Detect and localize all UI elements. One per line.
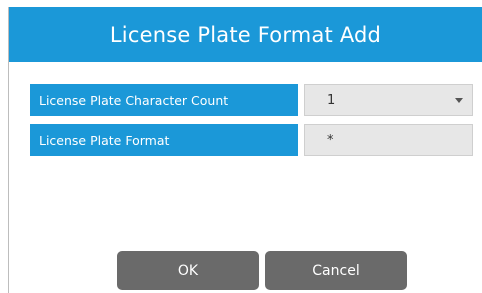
license-plate-format-add-dialog: License Plate Format Add License Plate C… [8, 7, 482, 293]
ok-button[interactable]: OK [117, 251, 259, 290]
dialog-title: License Plate Format Add [109, 22, 382, 47]
plate-format-label: License Plate Format [30, 124, 298, 156]
character-count-value: 1 [327, 92, 336, 108]
character-count-select[interactable]: 1 [304, 84, 473, 116]
plate-format-input[interactable]: * [304, 124, 473, 156]
plate-format-value: * [327, 132, 334, 148]
chevron-down-icon[interactable] [455, 98, 463, 103]
dialog-title-bar: License Plate Format Add [9, 7, 482, 62]
cancel-button[interactable]: Cancel [265, 251, 407, 290]
character-count-label: License Plate Character Count [30, 84, 298, 116]
